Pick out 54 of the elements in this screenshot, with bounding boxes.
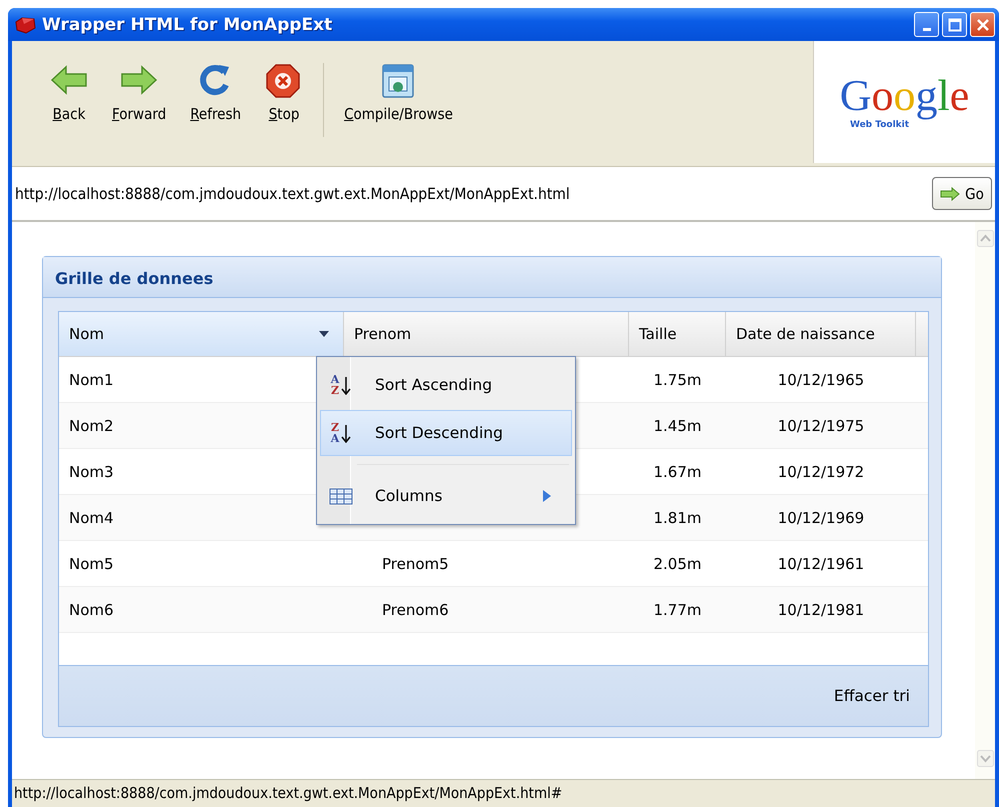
table-cell: Nom5 [69, 554, 114, 572]
table-cell: Nom3 [69, 462, 114, 480]
window-title: Wrapper HTML for MonAppExt [42, 14, 332, 34]
close-button[interactable] [970, 12, 995, 37]
right-arrow-icon [940, 186, 960, 200]
toolbar-button[interactable]: Compile/Browse [336, 41, 461, 123]
table-cell: Nom2 [69, 416, 114, 434]
sort-letter: Z [330, 422, 339, 433]
table-cell: 1.77m [653, 600, 702, 618]
menu-item[interactable]: A Z Sort Ascending [320, 362, 572, 408]
gem-icon [14, 16, 36, 34]
dropdown-caret-icon [319, 331, 329, 337]
column-header[interactable]: Taille [629, 312, 726, 356]
maximize-icon [948, 18, 962, 32]
toolbar-button[interactable]: Refresh [182, 41, 250, 123]
table-cell: 1.81m [653, 508, 702, 526]
sort-letter: A [330, 374, 340, 385]
table-cell: 1.45m [653, 416, 702, 434]
panel-title: Grille de donnees [43, 257, 941, 298]
toolbar-button[interactable]: Stop [257, 41, 312, 123]
table-cell: Nom1 [69, 370, 114, 388]
column-header[interactable]: Nom [59, 312, 344, 356]
table-cell: 10/12/1961 [778, 554, 864, 572]
status-bar: http://localhost:8888/com.jmdoudoux.text.gwt.ext.MonAppExt/MonAppExt.html# [12, 779, 995, 807]
table-cell: 10/12/1981 [778, 600, 864, 618]
url-field[interactable]: http://localhost:8888/com.jmdoudoux.text.gwt.ext.MonAppExt/MonAppExt.html [15, 184, 570, 202]
table-cell: Nom4 [69, 508, 114, 526]
menu-item[interactable]: Z A Sort Descending [320, 410, 572, 456]
clear-sort-button[interactable]: Effacer tri [830, 683, 914, 709]
minimize-icon [922, 28, 930, 31]
logo-subtitle: Web Toolkit [850, 120, 910, 130]
toolbar-button[interactable]: Back [42, 41, 96, 123]
close-icon [976, 18, 990, 32]
minimize-button[interactable] [914, 12, 939, 37]
column-header[interactable]: Date de naissance [726, 312, 916, 356]
go-button[interactable]: Go [932, 177, 992, 210]
table-cell: Prenom5 [382, 554, 449, 572]
table-cell: 10/12/1975 [778, 416, 864, 434]
table-cell: 1.67m [653, 462, 702, 480]
toolbar-button[interactable]: Forward [104, 41, 174, 123]
table-cell: Nom6 [69, 600, 114, 618]
table-cell: Prenom6 [382, 600, 449, 618]
table-cell: 10/12/1969 [778, 508, 864, 526]
logo-wordmark: Google [840, 74, 970, 118]
maximize-button[interactable] [942, 12, 967, 37]
menu-item[interactable]: Columns [320, 473, 572, 519]
table-cell: 10/12/1965 [778, 370, 864, 388]
table-cell: 1.75m [653, 370, 702, 388]
down-arrow-icon [341, 376, 352, 394]
table-cell: 2.05m [653, 554, 702, 572]
sort-letter: Z [330, 385, 339, 396]
sort-letter: A [330, 433, 340, 444]
table-cell: 10/12/1972 [778, 462, 864, 480]
down-arrow-icon [341, 424, 352, 442]
